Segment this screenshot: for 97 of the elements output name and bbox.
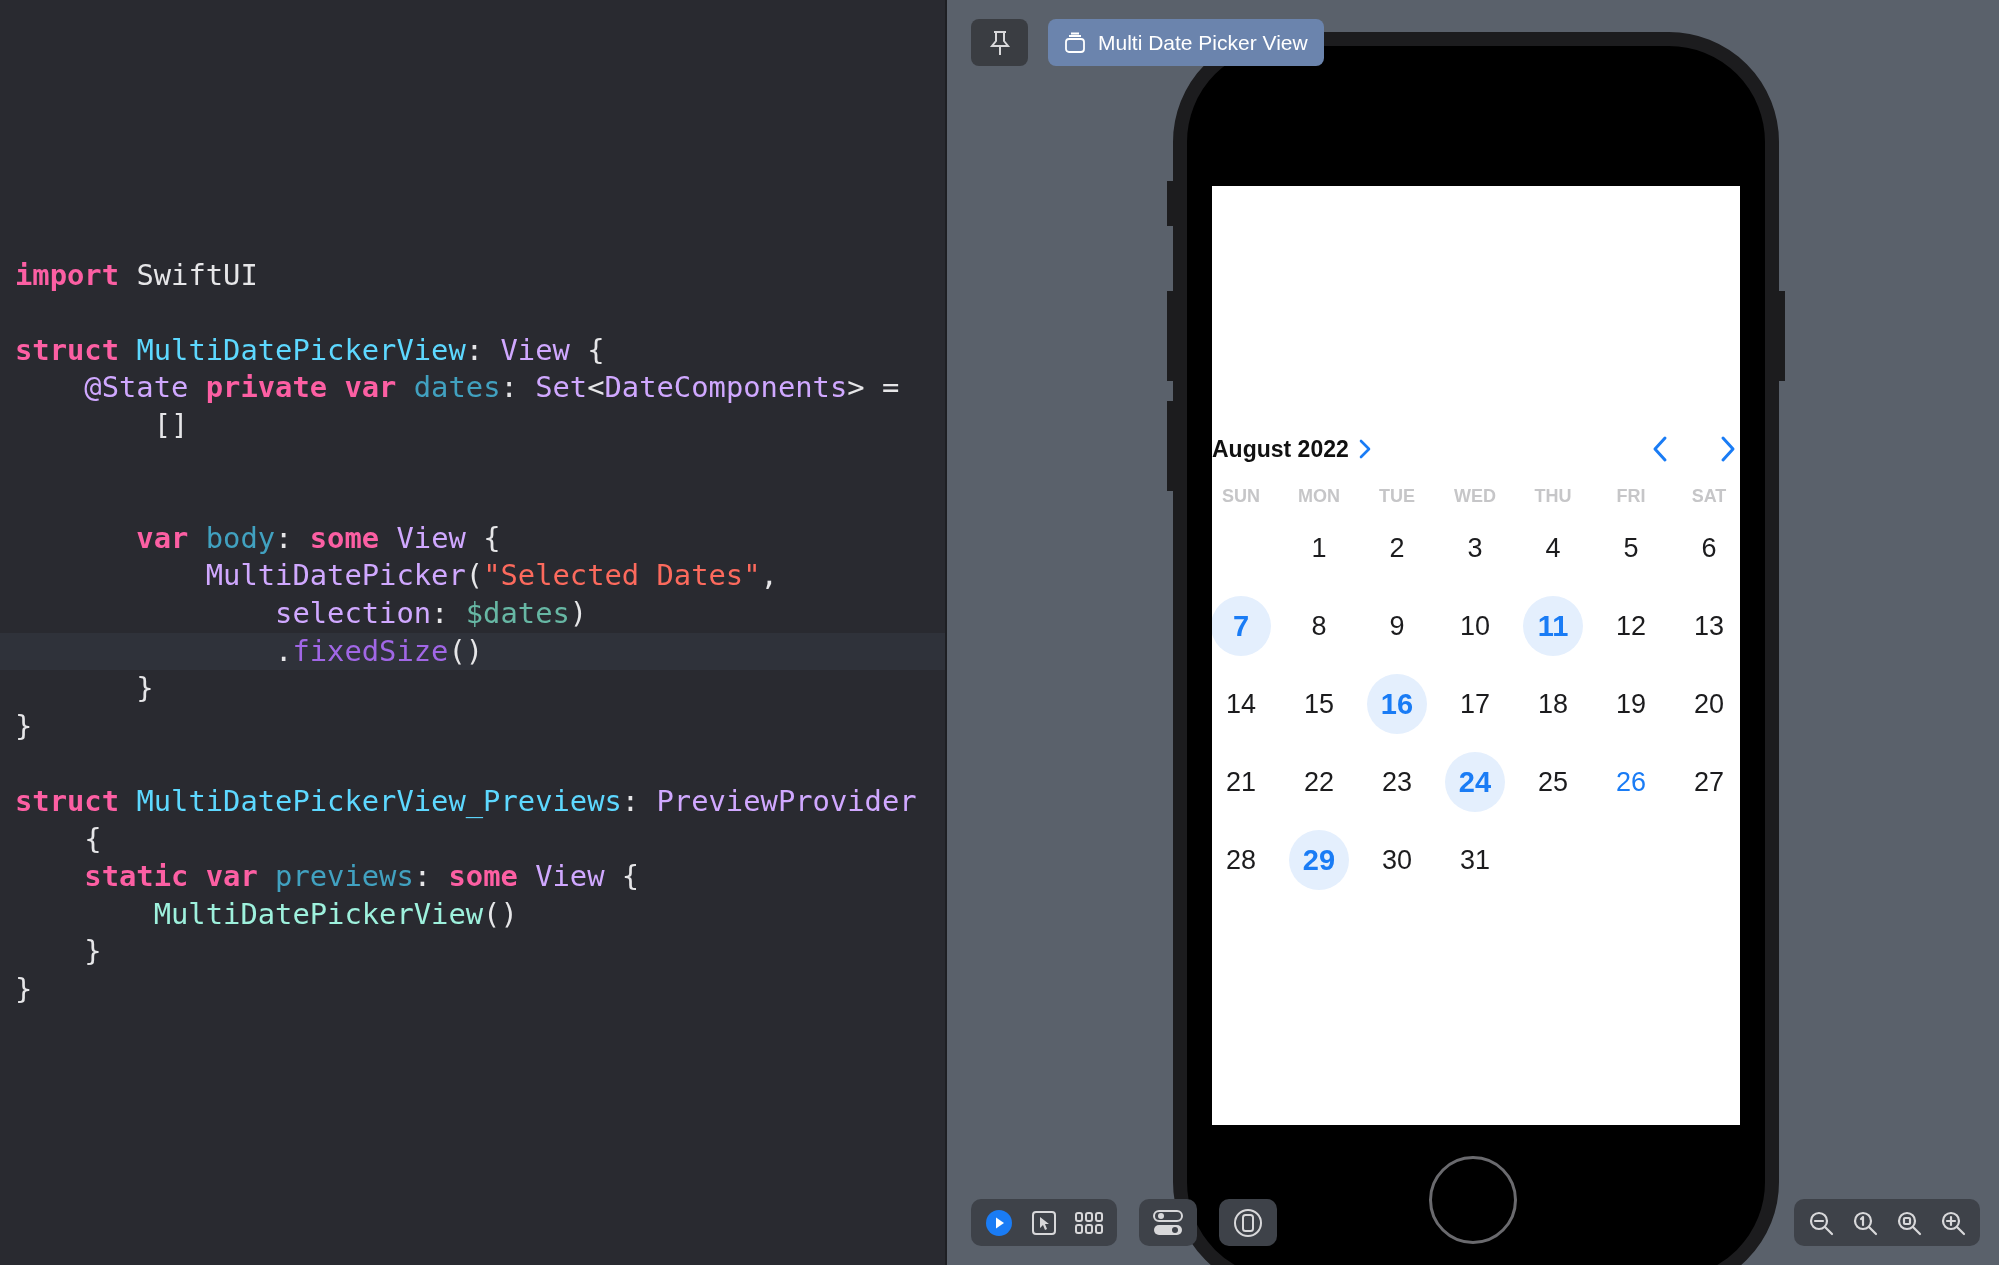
weekday-label: FRI [1616, 485, 1646, 507]
chevron-right-icon [1358, 439, 1371, 459]
code-token: SwiftUI [136, 257, 258, 292]
code-token: : [431, 595, 450, 630]
code-token: some [448, 859, 519, 894]
code-token: > = [847, 370, 900, 405]
calendar-day[interactable]: 9 [1367, 596, 1427, 656]
code-token: : [621, 783, 641, 818]
calendar-day[interactable]: 27 [1679, 752, 1739, 812]
code-token: previews [275, 859, 414, 894]
calendar-day[interactable]: 23 [1367, 752, 1427, 812]
toggle-icon [1153, 1209, 1183, 1236]
settings-toggle-button[interactable] [1139, 1199, 1197, 1246]
calendar-day[interactable]: 20 [1679, 674, 1739, 734]
code-token: , [760, 558, 778, 593]
code-token: } [135, 671, 154, 706]
code-token: } [83, 934, 102, 969]
code-token: selection [274, 595, 432, 630]
calendar-day[interactable]: 17 [1445, 674, 1505, 734]
calendar-day[interactable]: 2 [1367, 518, 1427, 578]
code-token: () [448, 633, 484, 668]
calendar-day[interactable]: 31 [1445, 830, 1505, 890]
weekday-label: THU [1534, 485, 1572, 507]
code-token: MultiDatePickerView_Previews [136, 783, 622, 818]
code-token: . [274, 633, 293, 668]
weekday-label: SUN [1222, 485, 1260, 507]
device-settings-button[interactable] [1219, 1199, 1277, 1246]
calendar-day[interactable]: 6 [1679, 518, 1739, 578]
calendar-day[interactable]: 18 [1523, 674, 1583, 734]
code-token: private [205, 370, 329, 405]
code-token: var [344, 370, 398, 405]
code-token: var [135, 520, 190, 555]
code-token: View [500, 332, 570, 367]
calendar-day[interactable]: 30 [1367, 830, 1427, 890]
code-token: { [482, 520, 501, 555]
calendar-day[interactable]: 10 [1445, 596, 1505, 656]
calendar-day[interactable]: 3 [1445, 518, 1505, 578]
home-button[interactable] [1429, 1156, 1517, 1244]
code-token: import [15, 257, 121, 292]
code-token: struct [15, 332, 121, 367]
code-token: some [309, 520, 381, 555]
code-token: View [535, 859, 605, 894]
calendar-day[interactable]: 8 [1289, 596, 1349, 656]
weekday-label: WED [1454, 485, 1496, 507]
code-token: : [500, 370, 519, 405]
calendar-day[interactable]: 14 [1212, 674, 1271, 734]
phone-icon [1233, 1207, 1263, 1238]
calendar-day[interactable]: 22 [1289, 752, 1349, 812]
code-token: { [586, 332, 605, 367]
code-token: var [205, 859, 259, 894]
code-token: static [83, 859, 190, 894]
calendar-day[interactable]: 26 [1601, 752, 1661, 812]
code-token: struct [15, 783, 121, 818]
code-token: [] [152, 407, 189, 442]
code-token: : [465, 332, 485, 367]
code-token: @State [83, 370, 190, 405]
weekday-label: SAT [1691, 485, 1727, 507]
code-token: ( [465, 558, 484, 593]
calendar-day[interactable]: 15 [1289, 674, 1349, 734]
calendar-day[interactable]: 12 [1601, 596, 1661, 656]
calendar-day[interactable]: 28 [1212, 830, 1271, 890]
code-token: dates [413, 370, 501, 405]
code-token: MultiDatePicker [204, 558, 466, 593]
pin-icon [988, 29, 1011, 56]
weekday-label: MON [1298, 485, 1340, 507]
calendar-day[interactable]: 1 [1289, 518, 1349, 578]
code-editor[interactable] [0, 0, 947, 1265]
code-token: $dates [465, 595, 570, 630]
code-token: : [275, 520, 294, 555]
code-token: PreviewProvider [656, 783, 917, 818]
month-picker-button[interactable]: August 2022 [1212, 429, 1371, 469]
code-token: fixedSize [292, 633, 449, 668]
code-token: ) [569, 595, 588, 630]
calendar-day[interactable]: 13 [1679, 596, 1739, 656]
calendar-day[interactable]: 4 [1523, 518, 1583, 578]
code-token: { [83, 821, 102, 856]
stack-icon [1064, 31, 1086, 54]
code-token: Set [535, 370, 588, 405]
preview-tab[interactable]: Multi Date Picker View [1048, 19, 1324, 66]
code-token: body [205, 520, 276, 555]
code-token: } [15, 708, 33, 743]
code-token: View [396, 520, 466, 555]
pin-button[interactable] [971, 19, 1028, 66]
calendar-day[interactable]: 21 [1212, 752, 1271, 812]
calendar-day[interactable]: 25 [1523, 752, 1583, 812]
calendar-day[interactable]: 5 [1601, 518, 1661, 578]
code-token: () [483, 896, 518, 931]
weekday-label: TUE [1379, 485, 1415, 507]
code-token: : [413, 859, 433, 894]
code-token: MultiDatePickerView [152, 896, 484, 931]
code-token: < [587, 370, 605, 405]
calendar-day[interactable]: 19 [1601, 674, 1661, 734]
code-token: } [15, 971, 33, 1006]
code-token: { [620, 859, 640, 894]
code-token: DateComponents [604, 370, 848, 405]
code-token: MultiDatePickerView [136, 332, 466, 367]
code-token: "Selected Dates" [483, 558, 761, 593]
